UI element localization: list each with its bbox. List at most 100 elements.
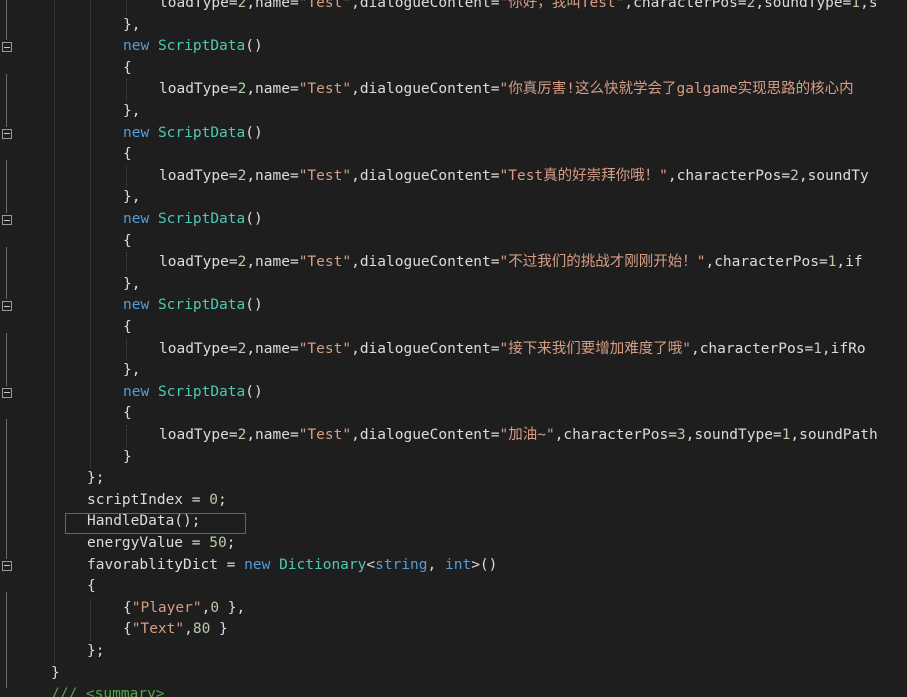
code-token: ,name= [246,427,299,443]
code-line[interactable]: { [123,144,132,166]
code-token: ,ifRo [821,340,866,357]
code-token: Dictionary [279,556,367,573]
fold-connector-line [6,333,7,386]
code-token: "你真厉害!这么快就学会了galgame实现思路的核心内 [499,81,854,98]
code-line[interactable]: { [87,576,96,598]
code-line[interactable]: { [123,317,132,339]
code-line[interactable]: loadType=2,name="Test",dialogueContent="… [159,79,854,101]
code-token: ,name= [246,0,299,11]
code-line[interactable]: new ScriptData() [123,382,263,404]
code-line[interactable]: }, [123,360,140,382]
code-line[interactable]: new ScriptData() [123,295,263,317]
code-line[interactable]: { [123,58,132,80]
code-token: () [245,38,263,55]
code-line[interactable]: loadType=2,name="Test",dialogueContent="… [159,339,866,361]
code-line[interactable]: energyValue = 50; [87,533,235,555]
code-token: ,characterPos= [667,167,791,184]
code-token: "Test" [298,340,352,357]
code-token: () [245,124,263,141]
code-token: 50 [209,535,227,551]
code-token: "你好，我叫Test" [499,0,625,11]
code-line[interactable]: }; [87,641,104,663]
fold-connector-line [6,592,7,689]
code-token: "加油~" [499,427,555,443]
code-line[interactable]: }, [123,274,140,296]
code-token: ,characterPos= [705,254,828,271]
code-line[interactable]: new ScriptData() [123,123,263,145]
code-token: /// <summary> [51,686,165,697]
code-token: } [210,621,228,638]
code-token: }, [219,599,246,616]
code-line[interactable]: loadType=2,name="Test",dialogueContent="… [159,166,869,188]
indent-guide-line [90,0,91,469]
code-token: 2 [237,167,247,184]
code-line[interactable]: }, [123,187,140,209]
code-token: } [51,664,60,681]
code-line[interactable]: }; [87,468,104,490]
code-token: ,dialogueContent= [351,81,500,98]
code-token: { [123,599,132,616]
code-token: 2 [237,0,247,11]
code-editor[interactable]: loadType=2,name="Test",dialogueContent="… [0,0,907,697]
code-token: ,soundType= [755,0,852,11]
code-token: () [245,211,263,227]
code-token: energyValue = [87,535,210,551]
code-token: ,soundType= [685,427,782,443]
code-line[interactable]: { [123,403,132,425]
collapse-toggle-icon[interactable] [2,128,12,139]
code-token: { [123,319,132,335]
code-line[interactable]: loadType=2,name="Test",dialogueContent="… [159,425,878,447]
collapse-toggle-icon[interactable] [2,301,12,312]
code-line[interactable]: {"Player",0 }, [123,598,245,620]
code-token: ,if [836,254,863,271]
code-token: 2 [237,81,247,98]
code-token: { [123,232,132,249]
code-line[interactable]: loadType=2,name="Test",dialogueContent="… [159,252,863,274]
collapse-toggle-icon[interactable] [2,560,12,571]
code-token: ,characterPos= [554,427,677,443]
code-token: HandleData(); [87,513,201,530]
code-token: }; [87,470,105,487]
collapse-toggle-icon[interactable] [2,387,12,398]
code-token: ,dialogueContent= [351,254,500,271]
code-token: ,name= [246,167,299,184]
code-line[interactable]: }, [123,15,140,37]
code-line[interactable]: new ScriptData() [123,36,263,58]
code-token: ScriptData [157,38,246,55]
code-token: }, [123,16,141,33]
code-line[interactable]: } [51,663,60,685]
code-line[interactable]: new ScriptData() [123,209,263,231]
code-token: }, [123,362,141,379]
code-line[interactable]: /// <summary> [51,684,165,697]
code-token: , [184,621,193,638]
code-line[interactable]: HandleData(); [87,511,201,533]
code-token: loadType= [159,167,238,184]
code-line[interactable]: scriptIndex = 0; [87,490,227,512]
code-line[interactable]: { [123,231,132,253]
code-token: favorablityDict = [87,556,245,573]
code-token: "Test" [298,167,352,184]
code-line[interactable]: loadType=2,name="Test",dialogueContent="… [159,0,878,15]
code-token: { [123,621,132,638]
collapse-toggle-icon[interactable] [2,42,12,53]
code-line[interactable]: }, [123,101,140,123]
fold-connector-line [6,246,7,300]
code-line[interactable]: } [123,447,132,469]
code-token: }, [123,103,141,119]
code-token: { [123,146,132,163]
fold-connector-line [6,73,7,127]
code-token: 2 [237,254,247,271]
code-token: , [201,599,211,616]
code-token: ,name= [246,340,299,357]
code-line[interactable]: favorablityDict = new Dictionary<string,… [87,555,497,577]
code-token: () [245,297,263,314]
code-token: , [427,556,445,573]
code-token: scriptIndex = [87,491,210,508]
code-line[interactable]: {"Text",80 } [123,619,228,641]
code-token: string [375,556,428,573]
fold-connector-line [6,419,7,559]
collapse-toggle-icon[interactable] [2,215,12,225]
